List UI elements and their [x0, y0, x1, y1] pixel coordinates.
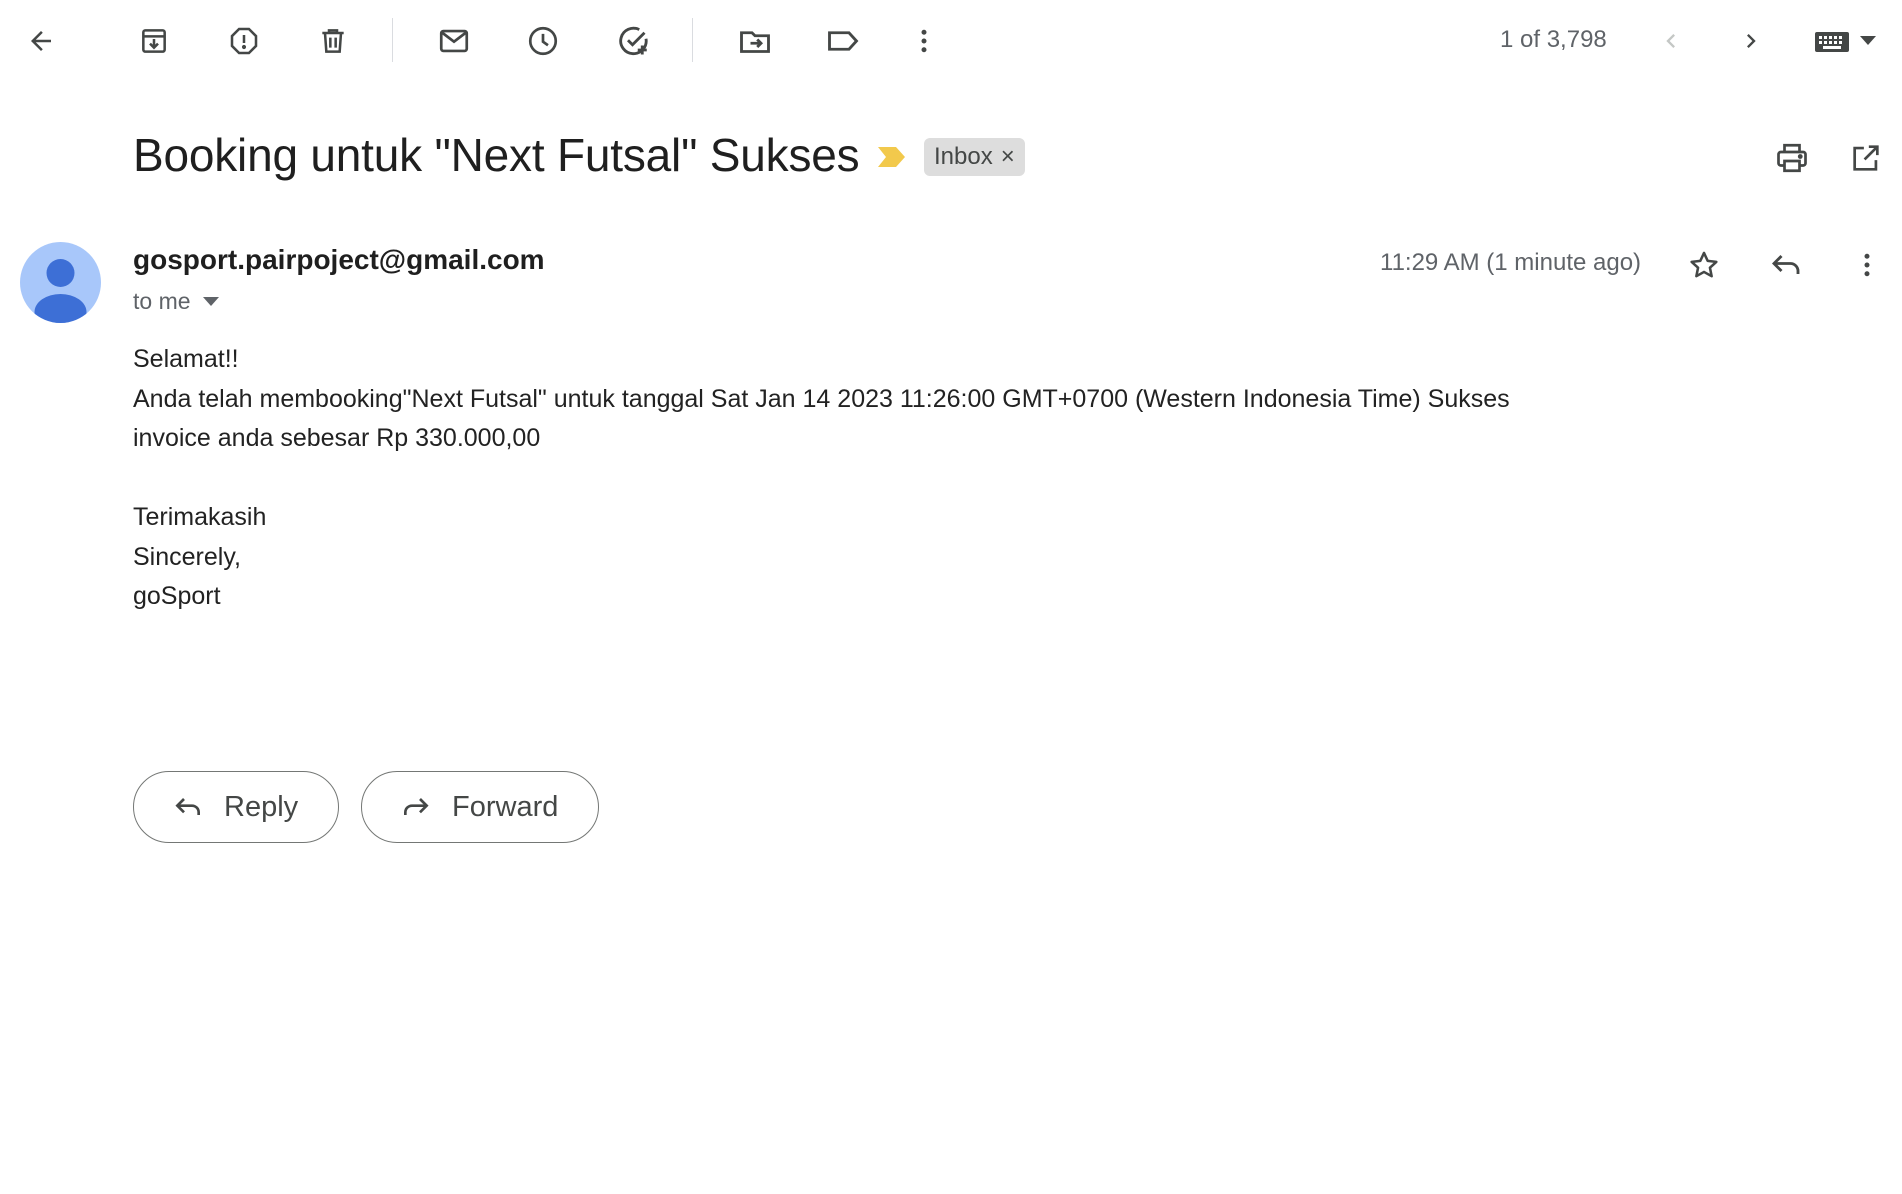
move-to-icon[interactable]: [731, 17, 779, 65]
delete-icon[interactable]: [309, 17, 357, 65]
input-tools-button[interactable]: [1800, 17, 1890, 65]
forward-icon: [400, 791, 432, 823]
body-line: goSport: [133, 582, 221, 610]
mark-unread-icon[interactable]: [430, 17, 478, 65]
recipient-text: to me: [133, 288, 191, 314]
email-subject: Booking untuk "Next Futsal" Sukses: [133, 129, 860, 181]
body-line: Sincerely,: [133, 542, 241, 571]
body-line: invoice anda sebesar Rp 330.000,00: [133, 424, 541, 452]
pager-count: 1 of 3,798: [1500, 26, 1607, 53]
archive-icon[interactable]: [130, 17, 178, 65]
snooze-icon[interactable]: [519, 17, 567, 65]
body-line: Terimakasih: [133, 503, 267, 531]
open-new-window-icon[interactable]: [1842, 134, 1890, 182]
body-line: Anda telah membooking"Next Futsal" untuk…: [133, 384, 1510, 413]
email-body: Selamat!! Anda telah membooking"Next Fut…: [133, 340, 1510, 617]
back-icon[interactable]: [17, 17, 65, 65]
print-icon[interactable]: [1768, 134, 1816, 182]
newer-chevron-icon[interactable]: [1647, 17, 1695, 65]
add-task-icon[interactable]: [610, 17, 658, 65]
email-date: 11:29 AM (1 minute ago): [1380, 249, 1642, 276]
toolbar-separator: [692, 18, 693, 62]
forward-button-label: Forward: [452, 790, 559, 823]
caret-down-icon: [202, 296, 219, 307]
sender-email[interactable]: gosport.pairpoject@gmail.com: [133, 244, 545, 276]
remove-label-icon[interactable]: ×: [1001, 143, 1015, 171]
report-spam-icon[interactable]: [220, 17, 268, 65]
more-vert-icon[interactable]: [1843, 241, 1891, 289]
toolbar: 1 of 3,798: [0, 0, 1902, 80]
star-icon[interactable]: [1680, 241, 1728, 289]
keyboard-icon: [1814, 28, 1850, 54]
reply-button-label: Reply: [224, 790, 299, 823]
reply-icon: [172, 791, 204, 823]
recipient-details[interactable]: to me: [133, 288, 219, 315]
importance-marker-icon[interactable]: [876, 146, 906, 173]
inbox-label-chip[interactable]: Inbox ×: [924, 138, 1025, 176]
sender-avatar[interactable]: [20, 242, 101, 323]
more-vert-icon[interactable]: [900, 17, 948, 65]
label-chip-text: Inbox: [934, 143, 993, 170]
reply-button[interactable]: Reply: [133, 771, 340, 843]
forward-button[interactable]: Forward: [361, 771, 600, 843]
reply-icon[interactable]: [1762, 241, 1810, 289]
toolbar-separator: [392, 18, 393, 62]
label-icon[interactable]: [819, 17, 867, 65]
body-line: Selamat!!: [133, 345, 239, 373]
older-chevron-icon[interactable]: [1727, 17, 1775, 65]
caret-down-icon: [1860, 36, 1876, 46]
